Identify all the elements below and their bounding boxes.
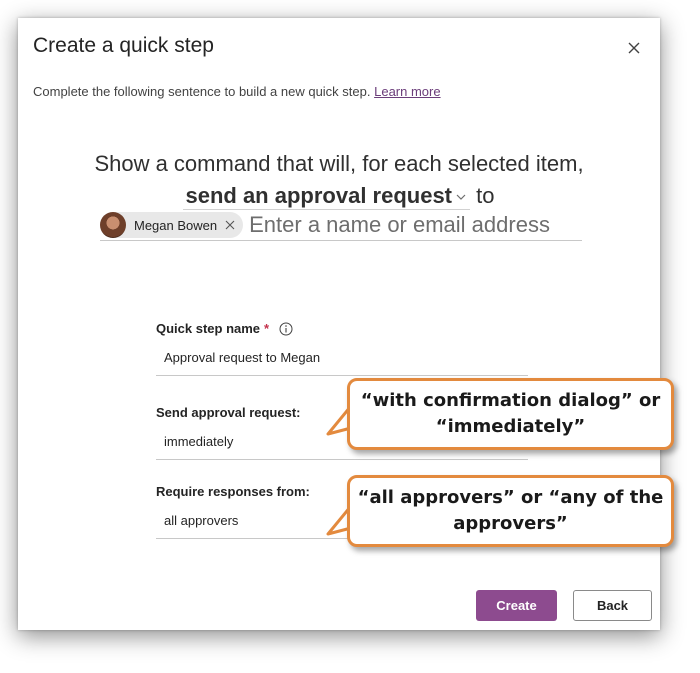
dialog-subtitle: Complete the following sentence to build…: [33, 84, 441, 99]
learn-more-link[interactable]: Learn more: [374, 84, 440, 99]
info-icon[interactable]: [279, 322, 293, 336]
recipient-name: Megan Bowen: [134, 217, 218, 233]
recipient-input[interactable]: Enter a name or email address: [249, 212, 550, 238]
name-label-text: Quick step name: [156, 321, 261, 336]
dialog-title: Create a quick step: [33, 34, 214, 57]
create-button[interactable]: Create: [476, 590, 557, 621]
command-dropdown[interactable]: send an approval request: [183, 183, 471, 210]
send-approval-callout-text: “with confirmation dialog” or “immediate…: [347, 378, 674, 450]
command-value: send an approval request: [185, 183, 453, 208]
recipient-chip[interactable]: Megan Bowen: [100, 212, 244, 238]
sentence-line-2: send an approval request to: [18, 180, 660, 212]
chevron-down-icon: [456, 194, 466, 201]
remove-recipient-icon[interactable]: [225, 220, 235, 230]
recipient-picker[interactable]: Megan Bowen Enter a name or email addres…: [100, 210, 582, 241]
quick-step-name-input[interactable]: Approval request to Megan: [156, 350, 528, 376]
required-marker: *: [264, 321, 270, 336]
sentence-line-1: Show a command that will, for each selec…: [94, 151, 584, 176]
to-word: to: [476, 183, 495, 208]
quick-step-name-label: Quick step name *: [156, 321, 528, 336]
back-button[interactable]: Back: [573, 590, 652, 621]
quick-step-name-field: Quick step name * Approval request to Me…: [156, 321, 528, 376]
subtitle-text: Complete the following sentence to build…: [33, 84, 371, 99]
require-responses-callout-text: “all approvers” or “any of the approvers…: [347, 475, 674, 547]
avatar: [100, 212, 126, 238]
quick-step-sentence: Show a command that will, for each selec…: [18, 148, 660, 212]
close-icon[interactable]: [624, 38, 644, 58]
